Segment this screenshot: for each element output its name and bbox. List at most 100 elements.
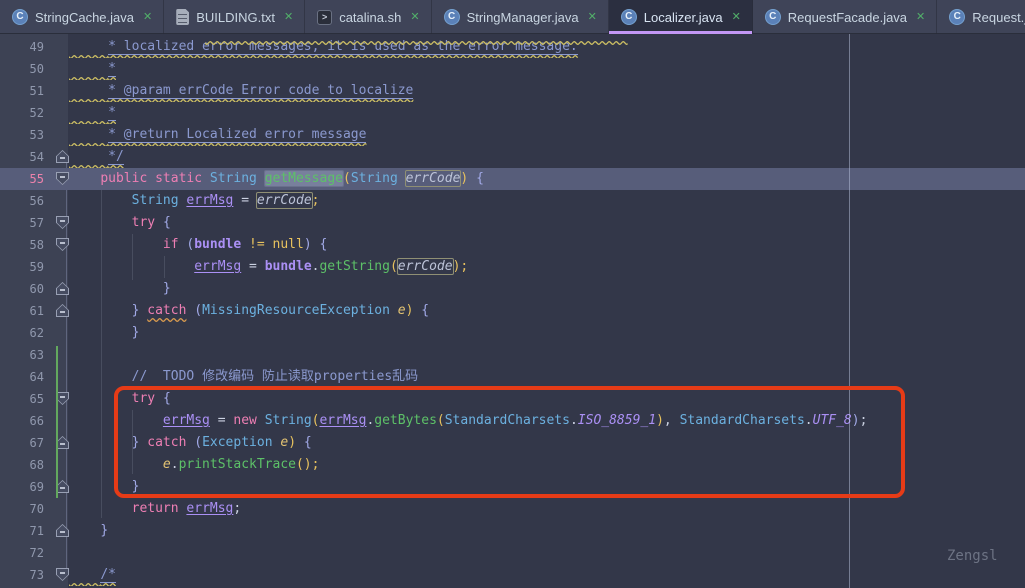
- close-icon[interactable]: ✕: [284, 12, 293, 23]
- code-line[interactable]: // TODO 修改编码 防止读取properties乱码: [68, 366, 1025, 388]
- line-number[interactable]: 49: [0, 36, 46, 58]
- token-y: ;: [460, 259, 468, 274]
- code-line[interactable]: *: [68, 102, 1025, 124]
- code-line[interactable]: String errMsg = errCode;: [68, 190, 1025, 212]
- code-line[interactable]: }: [68, 322, 1025, 344]
- line-number[interactable]: 71: [0, 520, 46, 542]
- code-line[interactable]: if (bundle != null) {: [68, 234, 1025, 256]
- fold-gutter: [46, 498, 68, 520]
- code-line-row: 60 }: [0, 278, 1025, 300]
- line-number[interactable]: 51: [0, 80, 46, 102]
- code-line[interactable]: * @param errCode Error code to localize: [68, 80, 1025, 102]
- token-prm: errCode: [406, 171, 461, 186]
- token-exc: e: [398, 303, 406, 318]
- line-number[interactable]: 54: [0, 146, 46, 168]
- vcs-change-bar[interactable]: [56, 346, 58, 498]
- token-op: ;: [233, 501, 241, 516]
- code-line[interactable]: } catch (MissingResourceException e) {: [68, 300, 1025, 322]
- tab-localizer-java[interactable]: CLocalizer.java✕: [609, 0, 753, 34]
- token-cw: [69, 127, 108, 142]
- fold-gutter: [46, 190, 68, 212]
- line-number[interactable]: 64: [0, 366, 46, 388]
- code-line[interactable]: */: [68, 146, 1025, 168]
- code-line[interactable]: [68, 542, 1025, 564]
- close-icon[interactable]: ✕: [143, 12, 152, 23]
- token-varu: errMsg: [194, 259, 241, 274]
- tab-request-java[interactable]: CRequest.java✕: [937, 0, 1025, 34]
- line-number[interactable]: 56: [0, 190, 46, 212]
- token-y: !=: [249, 237, 265, 252]
- token-mthhl: getMessage: [265, 171, 343, 186]
- java-class-icon: C: [949, 9, 965, 25]
- fold-gutter: [46, 36, 68, 58]
- fold-marker-down[interactable]: [56, 172, 69, 185]
- fold-marker-up[interactable]: [56, 304, 69, 317]
- line-number[interactable]: 70: [0, 498, 46, 520]
- code-line[interactable]: errMsg = bundle.getString(errCode);: [68, 256, 1025, 278]
- code-line-row: 54 */: [0, 146, 1025, 168]
- code-line[interactable]: }: [68, 520, 1025, 542]
- tab-stringcache-java[interactable]: CStringCache.java✕: [0, 0, 164, 34]
- line-number[interactable]: 67: [0, 432, 46, 454]
- line-number[interactable]: 63: [0, 344, 46, 366]
- close-icon[interactable]: ✕: [916, 12, 925, 23]
- token-op: =: [233, 193, 256, 208]
- line-number[interactable]: 60: [0, 278, 46, 300]
- code-line-row: 52 *: [0, 102, 1025, 124]
- close-icon[interactable]: ✕: [732, 12, 741, 23]
- line-number[interactable]: 53: [0, 124, 46, 146]
- line-number[interactable]: 50: [0, 58, 46, 80]
- token-br: {: [319, 237, 327, 252]
- fold-gutter: [46, 168, 68, 190]
- tab-label: Localizer.java: [644, 10, 723, 25]
- code-line[interactable]: * @return Localized error message: [68, 124, 1025, 146]
- close-icon[interactable]: ✕: [588, 12, 597, 23]
- java-class-icon: C: [765, 9, 781, 25]
- tab-requestfacade-java[interactable]: CRequestFacade.java✕: [753, 0, 937, 34]
- line-number[interactable]: 73: [0, 564, 46, 586]
- fold-marker-up[interactable]: [56, 282, 69, 295]
- code-editor[interactable]: 49 * localized error messages, it is use…: [0, 34, 1025, 588]
- fold-marker-down[interactable]: [56, 568, 69, 581]
- line-number[interactable]: 72: [0, 542, 46, 564]
- code-line-row: 56 String errMsg = errCode;: [0, 190, 1025, 212]
- code-line-row: 53 * @return Localized error message: [0, 124, 1025, 146]
- line-number[interactable]: 55: [0, 168, 46, 190]
- line-number[interactable]: 68: [0, 454, 46, 476]
- token-cmt: * @param errCode Error code to localize: [108, 83, 413, 99]
- line-number[interactable]: 52: [0, 102, 46, 124]
- code-line[interactable]: /*: [68, 564, 1025, 586]
- fold-marker-down[interactable]: [56, 238, 69, 251]
- line-number[interactable]: 61: [0, 300, 46, 322]
- code-line[interactable]: }: [68, 278, 1025, 300]
- line-number[interactable]: 59: [0, 256, 46, 278]
- token-cmt: *: [108, 61, 116, 77]
- line-number[interactable]: 66: [0, 410, 46, 432]
- code-line[interactable]: [68, 344, 1025, 366]
- token-kw: try: [132, 215, 155, 230]
- fold-marker-up[interactable]: [56, 524, 69, 537]
- ide-window: { "tabs": [ {"label": "StringCache.java"…: [0, 0, 1025, 588]
- token-cw: [69, 105, 108, 120]
- fold-marker-down[interactable]: [56, 216, 69, 229]
- code-line[interactable]: *: [68, 58, 1025, 80]
- fold-gutter: [46, 102, 68, 124]
- token-y: (: [343, 171, 351, 186]
- line-number[interactable]: 58: [0, 234, 46, 256]
- line-number[interactable]: 62: [0, 322, 46, 344]
- code-line-row: 62 }: [0, 322, 1025, 344]
- line-number[interactable]: 69: [0, 476, 46, 498]
- line-number[interactable]: 65: [0, 388, 46, 410]
- token-br: }: [163, 281, 171, 296]
- token-op: =: [241, 259, 264, 274]
- code-line[interactable]: public static String getMessage(String e…: [68, 168, 1025, 190]
- code-line[interactable]: try {: [68, 212, 1025, 234]
- fold-marker-up[interactable]: [56, 150, 69, 163]
- code-line[interactable]: return errMsg;: [68, 498, 1025, 520]
- line-number[interactable]: 57: [0, 212, 46, 234]
- token-prm: errCode: [257, 193, 312, 208]
- token-fldb: bundle: [265, 259, 312, 274]
- close-icon[interactable]: ✕: [410, 12, 419, 23]
- token-br: {: [163, 215, 171, 230]
- annotation-rectangle: [114, 386, 905, 498]
